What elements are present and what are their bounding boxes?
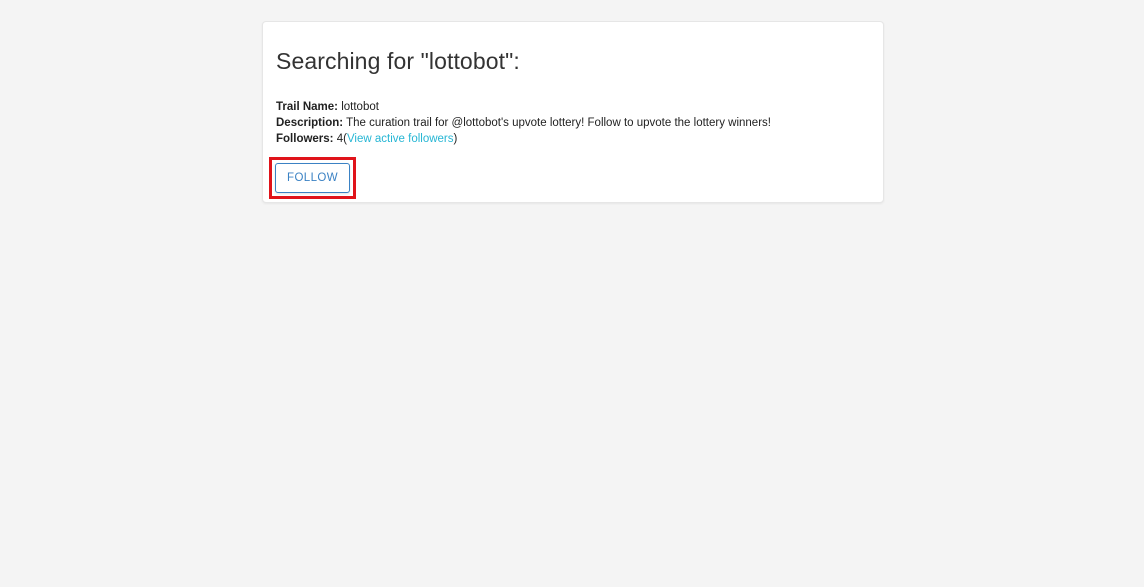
- trail-description-row: Description: The curation trail for @lot…: [276, 115, 771, 131]
- follow-button-highlight: FOLLOW: [269, 157, 356, 199]
- trail-followers-label: Followers:: [276, 133, 334, 145]
- paren-close: ): [453, 133, 458, 145]
- trail-search-card: Searching for "lottobot": Trail Name: lo…: [262, 21, 884, 203]
- view-active-followers-link[interactable]: View active followers: [347, 133, 454, 145]
- page-title: Searching for "lottobot":: [276, 48, 520, 74]
- trail-description-label: Description:: [276, 117, 344, 129]
- trail-name-value: lottobot: [341, 101, 379, 113]
- follow-button[interactable]: FOLLOW: [275, 163, 350, 193]
- trail-name-row: Trail Name: lottobot: [276, 99, 771, 115]
- trail-info: Trail Name: lottobot Description: The cu…: [276, 99, 771, 147]
- trail-followers-row: Followers: 4(View active followers): [276, 131, 771, 147]
- trail-description-value: The curation trail for @lottobot's upvot…: [346, 117, 771, 129]
- trail-name-label: Trail Name:: [276, 101, 338, 113]
